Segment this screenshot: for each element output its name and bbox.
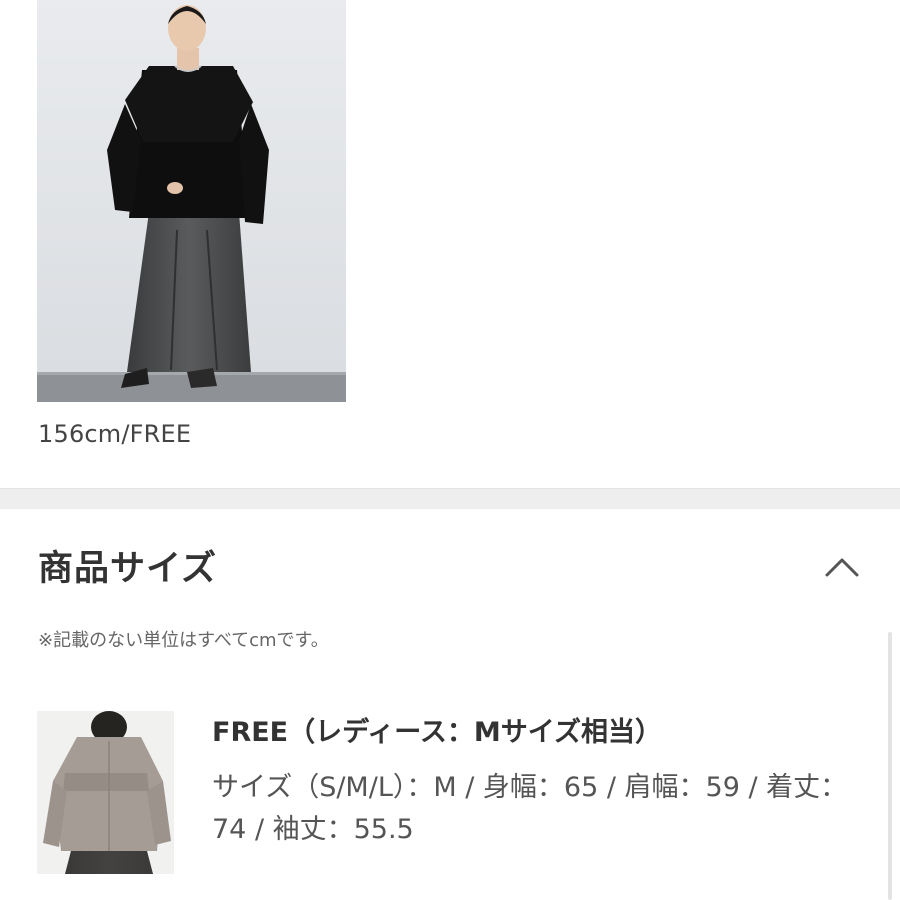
model-photo[interactable] [37,0,346,402]
size-section-heading: 商品サイズ [38,549,217,589]
scrollbar[interactable] [888,632,892,900]
model-height-caption: 156cm/FREE [38,420,192,448]
section-divider [0,488,900,509]
unit-note: ※記載のない単位はすべてcmです。 [38,630,329,651]
size-item-detail: サイズ（S/M/L）：M / 身幅：65 / 肩幅：59 / 着丈：74 / 袖… [212,772,848,845]
chevron-up-icon [825,558,859,577]
size-item-title: FREE（レディース：Mサイズ相当） [212,717,662,748]
product-page: 156cm/FREE 商品サイズ ※記載のない単位はすべてcmです。 FREE（… [0,0,900,900]
garment-thumbnail[interactable] [37,711,174,874]
collapse-toggle-button[interactable] [818,548,866,588]
